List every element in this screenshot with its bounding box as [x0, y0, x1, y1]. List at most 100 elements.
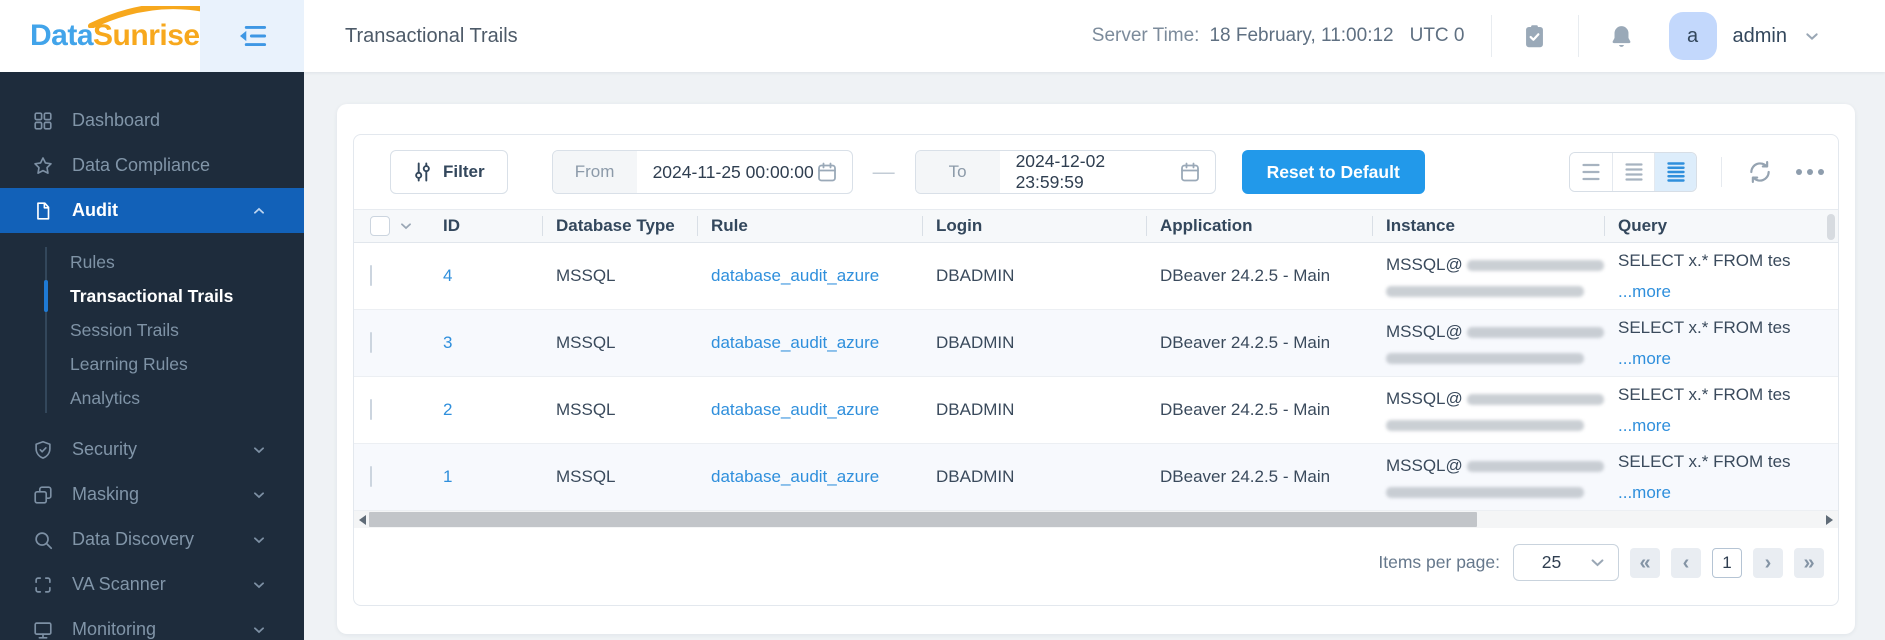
sidebar-item-data-compliance[interactable]: Data Compliance: [0, 143, 304, 188]
sidebar-item-masking[interactable]: Masking: [0, 472, 304, 517]
scroll-left-icon[interactable]: [359, 515, 366, 525]
user-menu-button[interactable]: [1801, 28, 1823, 44]
row-checkbox[interactable]: [370, 265, 372, 286]
document-icon: [32, 200, 56, 222]
cell-login: DBADMIN: [936, 467, 1015, 486]
id-link[interactable]: 3: [443, 333, 452, 352]
rule-link[interactable]: database_audit_azure: [711, 333, 879, 352]
id-link[interactable]: 4: [443, 266, 452, 285]
column-header-application[interactable]: Application: [1146, 210, 1372, 242]
date-to-value[interactable]: 2024-12-02 23:59:59: [1000, 151, 1178, 193]
row-checkbox[interactable]: [370, 466, 372, 487]
scroll-right-icon[interactable]: [1826, 515, 1833, 525]
sidebar-item-analytics[interactable]: Analytics: [0, 381, 304, 415]
scrollbar-thumb[interactable]: [369, 512, 1477, 527]
current-page-button[interactable]: 1: [1712, 547, 1742, 578]
calendar-icon[interactable]: [815, 160, 839, 184]
rule-link[interactable]: database_audit_azure: [711, 400, 879, 419]
user-avatar[interactable]: a: [1668, 12, 1717, 60]
last-page-button[interactable]: »: [1794, 547, 1824, 578]
audit-submenu: Rules Transactional Trails Session Trail…: [0, 233, 304, 427]
density-comfortable-button[interactable]: [1570, 153, 1612, 191]
collapse-sidebar-button[interactable]: [200, 0, 304, 72]
next-page-button[interactable]: ›: [1753, 547, 1783, 578]
horizontal-scrollbar[interactable]: [354, 511, 1838, 528]
more-actions-button[interactable]: [1796, 169, 1824, 175]
collapse-sidebar-icon: [240, 25, 267, 47]
instance-prefix: MSSQL@: [1386, 389, 1463, 408]
row-checkbox[interactable]: [370, 399, 372, 420]
cell-id: 1: [429, 467, 542, 487]
tasks-button[interactable]: [1518, 23, 1552, 50]
chevron-down-icon: [252, 443, 266, 457]
items-per-page-select[interactable]: 25: [1513, 544, 1619, 581]
vertical-scrollbar[interactable]: [1827, 214, 1835, 240]
date-to-label: To: [915, 151, 1000, 193]
row-checkbox[interactable]: [370, 332, 372, 353]
sidebar-item-transactional-trails[interactable]: Transactional Trails: [0, 279, 304, 313]
redacted-text: [1386, 286, 1584, 297]
cell-query: SELECT x.* FROM tes ...more: [1604, 318, 1838, 369]
first-page-button[interactable]: «: [1630, 547, 1660, 578]
query-preview: SELECT x.* FROM tes: [1618, 384, 1791, 404]
sidebar-item-security[interactable]: Security: [0, 427, 304, 472]
pagination-bar: Items per page: 25 « ‹ 1 › »: [354, 528, 1838, 581]
cell-login: DBADMIN: [936, 333, 1015, 352]
id-link[interactable]: 2: [443, 400, 452, 419]
density-compact-button[interactable]: [1654, 153, 1696, 191]
notifications-button[interactable]: [1605, 23, 1639, 50]
row-select-cell: [354, 399, 429, 420]
filter-button[interactable]: Filter: [390, 150, 508, 194]
clipboard-check-icon: [1526, 24, 1543, 47]
rule-link[interactable]: database_audit_azure: [711, 266, 879, 285]
instance-prefix: MSSQL@: [1386, 255, 1463, 274]
tools-divider: [1721, 157, 1722, 187]
column-header-login[interactable]: Login: [922, 210, 1146, 242]
prev-page-button[interactable]: ‹: [1671, 547, 1701, 578]
query-more-link[interactable]: ...more: [1618, 416, 1838, 436]
ellipsis-icon: [1807, 169, 1813, 175]
header-divider: [1490, 15, 1492, 57]
query-more-link[interactable]: ...more: [1618, 282, 1838, 302]
sidebar-item-learning-rules[interactable]: Learning Rules: [0, 347, 304, 381]
reset-to-default-button[interactable]: Reset to Default: [1241, 150, 1425, 194]
rule-link[interactable]: database_audit_azure: [711, 467, 879, 486]
density-medium-button[interactable]: [1612, 153, 1654, 191]
instance-prefix: MSSQL@: [1386, 456, 1463, 475]
date-from-value[interactable]: 2024-11-25 00:00:00: [637, 162, 815, 183]
select-all-checkbox[interactable]: [370, 216, 390, 236]
cell-rule: database_audit_azure: [697, 400, 922, 420]
refresh-button[interactable]: [1746, 159, 1774, 185]
cell-instance: MSSQL@: [1372, 456, 1604, 498]
date-from-input[interactable]: From 2024-11-25 00:00:00: [551, 150, 853, 194]
chevron-down-icon: [252, 623, 266, 637]
page-title: Transactional Trails: [345, 24, 518, 47]
redacted-text: [1466, 393, 1604, 405]
sidebar-item-data-discovery[interactable]: Data Discovery: [0, 517, 304, 562]
select-all-cell: [354, 210, 429, 242]
sidebar-item-label: Masking: [72, 484, 140, 504]
sidebar-item-monitoring[interactable]: Monitoring: [0, 607, 304, 640]
sidebar-item-session-trails[interactable]: Session Trails: [0, 313, 304, 347]
sidebar-item-dashboard[interactable]: Dashboard: [0, 98, 304, 143]
query-more-link[interactable]: ...more: [1618, 349, 1838, 369]
brand-logo-data: Data: [30, 19, 94, 52]
table-header: ID Database Type Rule Login Application …: [354, 209, 1838, 243]
chevron-down-icon[interactable]: [399, 219, 413, 233]
column-header-query[interactable]: Query: [1604, 210, 1838, 242]
id-link[interactable]: 1: [443, 467, 452, 486]
date-to-input[interactable]: To 2024-12-02 23:59:59: [914, 150, 1216, 194]
sidebar-item-label: Data Discovery: [72, 529, 195, 549]
ellipsis-icon: [1818, 169, 1824, 175]
masking-icon: [32, 484, 56, 506]
query-more-link[interactable]: ...more: [1618, 483, 1838, 503]
sidebar-item-audit[interactable]: Audit: [0, 188, 304, 233]
column-header-id[interactable]: ID: [429, 210, 542, 242]
sidebar-item-va-scanner[interactable]: VA Scanner: [0, 562, 304, 607]
calendar-icon[interactable]: [1178, 160, 1202, 184]
column-header-rule[interactable]: Rule: [697, 210, 922, 242]
sidebar-subitem-label: Transactional Trails: [70, 285, 234, 306]
sidebar-item-rules[interactable]: Rules: [0, 245, 304, 279]
column-header-instance[interactable]: Instance: [1372, 210, 1604, 242]
column-header-database-type[interactable]: Database Type: [542, 210, 697, 242]
